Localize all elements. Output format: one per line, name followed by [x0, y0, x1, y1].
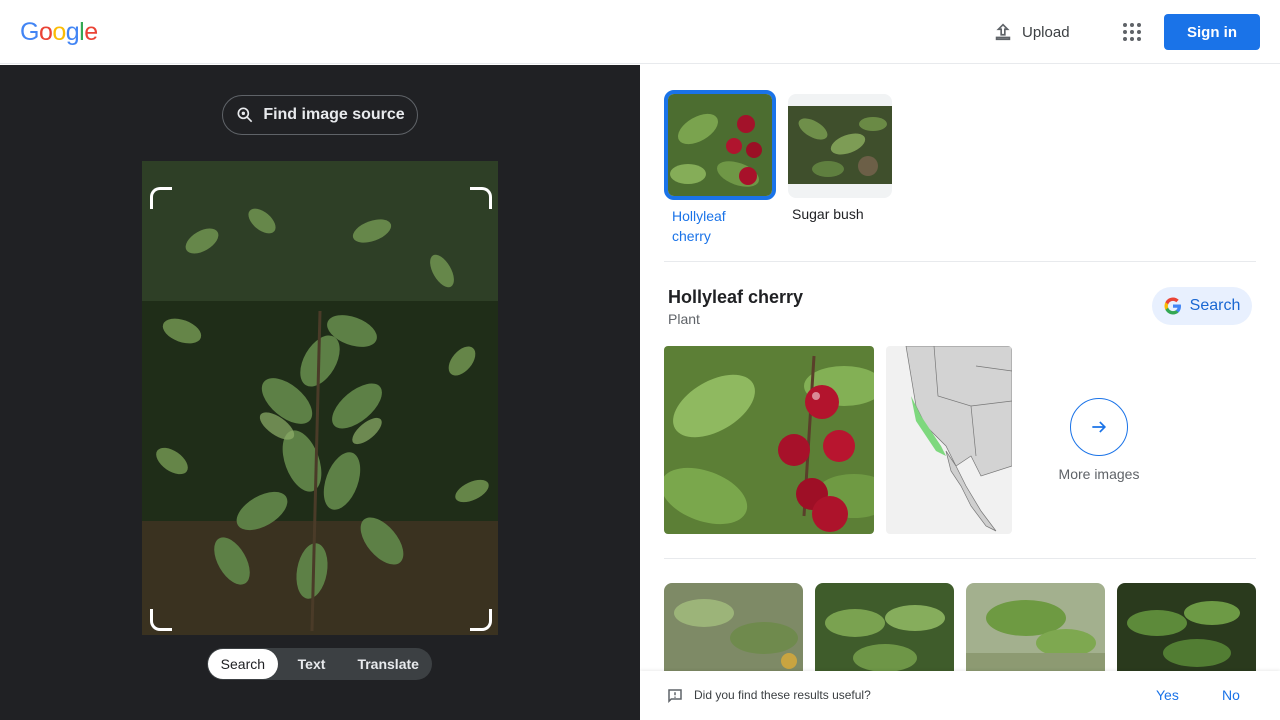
- google-search-button[interactable]: Search: [1152, 287, 1252, 325]
- chip-hollyleaf-cherry[interactable]: Hollyleaf cherry: [664, 90, 776, 246]
- uploaded-photo[interactable]: [142, 161, 498, 635]
- arrow-right-icon: [1070, 398, 1128, 456]
- feedback-icon: [668, 689, 682, 704]
- feedback-bar: Did you find these results useful? Yes N…: [640, 671, 1280, 720]
- results-pane: Hollyleaf cherry Sugar bush Hollyleaf ch…: [640, 65, 1280, 720]
- google-logo[interactable]: Google: [20, 18, 98, 47]
- entity-title: Hollyleaf cherry: [668, 287, 804, 307]
- mode-tabs: Search Text Translate: [207, 648, 432, 680]
- crop-handle-top-right[interactable]: [470, 187, 492, 209]
- google-apps-icon[interactable]: [1120, 20, 1144, 44]
- leaf-photo: [142, 161, 498, 635]
- find-image-source-button[interactable]: Find image source: [222, 95, 418, 135]
- top-bar: Google Upload Sign in: [0, 0, 1280, 64]
- logo-letter: o: [52, 18, 66, 46]
- logo-letter: e: [84, 18, 98, 46]
- upload-label: Upload: [1022, 23, 1070, 41]
- chip-label: Hollyleaf cherry: [672, 208, 726, 244]
- tab-search[interactable]: Search: [208, 649, 278, 679]
- divider: [664, 261, 1256, 262]
- sign-in-button[interactable]: Sign in: [1164, 14, 1260, 50]
- crop-handle-bottom-left[interactable]: [150, 609, 172, 631]
- logo-letter: g: [65, 18, 80, 46]
- chip-label: Sugar bush: [792, 206, 864, 222]
- more-images-label: More images: [1058, 466, 1140, 482]
- image-preview-pane: Find image source Search Text Translate: [0, 65, 640, 720]
- upload-button[interactable]: Upload: [992, 20, 1070, 44]
- result-image[interactable]: [966, 583, 1105, 673]
- find-image-source-label: Find image source: [263, 106, 405, 123]
- feedback-yes-button[interactable]: Yes: [1156, 687, 1179, 703]
- entity-subtitle: Plant: [668, 311, 700, 327]
- feedback-question: Did you find these results useful?: [694, 688, 871, 702]
- lens-search-icon: [237, 107, 253, 123]
- more-images-button[interactable]: More images: [1057, 398, 1141, 482]
- crop-handle-bottom-right[interactable]: [470, 609, 492, 631]
- logo-letter: o: [38, 18, 53, 46]
- chip-thumbnail: [664, 90, 776, 200]
- chip-thumbnail: [788, 94, 892, 198]
- crop-handle-top-left[interactable]: [150, 187, 172, 209]
- divider: [664, 558, 1256, 559]
- feedback-no-button[interactable]: No: [1222, 687, 1240, 703]
- entity-image-cherries[interactable]: [664, 346, 874, 534]
- result-image[interactable]: [815, 583, 954, 673]
- upload-icon: [995, 23, 1011, 41]
- result-image[interactable]: [1117, 583, 1256, 673]
- chip-sugar-bush[interactable]: Sugar bush: [788, 94, 892, 224]
- google-g-icon: [1164, 297, 1181, 315]
- result-image[interactable]: [664, 583, 803, 673]
- entity-image-range-map[interactable]: [886, 346, 1012, 534]
- google-search-label: Search: [1189, 297, 1241, 314]
- tab-translate[interactable]: Translate: [345, 649, 431, 679]
- tab-text[interactable]: Text: [278, 649, 346, 679]
- logo-letter: G: [20, 18, 39, 46]
